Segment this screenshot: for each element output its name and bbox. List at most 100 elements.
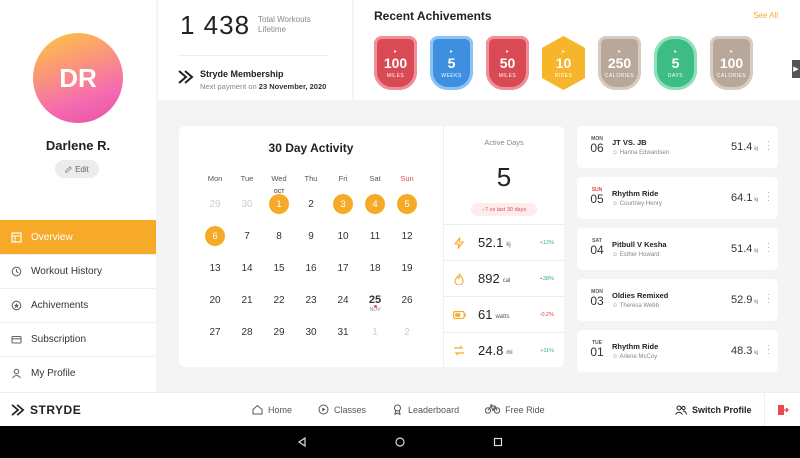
day-number: 26 <box>401 294 413 306</box>
calendar-day[interactable]: 17 <box>327 252 359 284</box>
workout-date: MON 03 <box>587 289 607 307</box>
calendar-day-active[interactable]: OCT 1 <box>263 188 295 220</box>
bottom-nav-free-ride[interactable]: Free Ride <box>484 404 545 416</box>
home-system-icon[interactable] <box>395 437 405 447</box>
more-icon[interactable]: · · · <box>767 342 772 358</box>
day-number: 18 <box>369 262 381 274</box>
calendar-day[interactable]: 30 <box>295 316 327 348</box>
calendar-day[interactable]: 28 <box>231 316 263 348</box>
workout-card[interactable]: MON 06 JT VS. JB ☺ Hanna Edwardsen 51.4 kj · · · <box>577 126 778 168</box>
calendar-day-active[interactable]: 5 <box>391 188 423 220</box>
bottom-nav-leaderboard[interactable]: Leaderboard <box>392 404 459 417</box>
switch-profile-button[interactable]: Switch Profile <box>675 393 752 427</box>
sidebar-item-workout-history[interactable]: Workout History <box>0 254 156 288</box>
achievement-badge[interactable]: ▸ 100 MILES <box>374 36 417 90</box>
calendar-day[interactable]: 26 <box>391 284 423 316</box>
calendar-day-active[interactable]: 6 <box>199 220 231 252</box>
calendar-day[interactable]: 16 <box>295 252 327 284</box>
workout-kj-value: 51.4 <box>730 141 753 153</box>
badge-unit: DAYS <box>667 72 684 79</box>
workout-card[interactable]: SUN 05 Rhythm Ride ☺ Courtney Henry 64.1 kj · ·… <box>577 177 778 219</box>
workout-card[interactable]: MON 03 Oldies Remixed ☺ Theresa Webb 52.9 kj ·… <box>577 279 778 321</box>
bike-icon <box>484 404 501 416</box>
calendar-day[interactable]: 9 <box>295 220 327 252</box>
logout-button[interactable] <box>764 393 800 427</box>
bottom-nav-classes[interactable]: Classes <box>318 404 366 417</box>
distance-icon <box>452 345 466 356</box>
month-tag: OCT <box>273 189 285 195</box>
calendar-day[interactable]: 23 <box>295 284 327 316</box>
sidebar-item-subscription[interactable]: Subscription <box>0 322 156 356</box>
calendar-day-active[interactable]: 3 <box>327 188 359 220</box>
user-icon <box>11 368 22 379</box>
calendar-day[interactable]: 29 <box>263 316 295 348</box>
more-icon[interactable]: · · · <box>767 189 772 205</box>
edit-profile-button[interactable]: Edit <box>55 160 99 178</box>
battery-icon <box>452 310 466 319</box>
day-number: 12 <box>401 230 413 242</box>
workout-card[interactable]: TUE 01 Rhythm Ride ☺ Arlene McCoy 48.3 kj · · · <box>577 330 778 372</box>
calendar-day[interactable]: 29 <box>199 188 231 220</box>
more-icon[interactable]: · · · <box>767 291 772 307</box>
calendar-day[interactable]: 30 <box>231 188 263 220</box>
bottom-nav-label: Leaderboard <box>408 405 460 415</box>
workout-unit: kj <box>754 350 758 356</box>
calendar-today[interactable]: 25 NOV <box>359 284 391 316</box>
calendar-day[interactable]: 19 <box>391 252 423 284</box>
badge-value: 250 <box>607 54 632 71</box>
day-number: 13 <box>209 262 221 274</box>
calendar-day[interactable]: 15 <box>263 252 295 284</box>
avatar-initials: DR <box>59 62 97 93</box>
bottom-bar: STRYDE Home Classes Leaderboard Free Ride S… <box>0 392 800 427</box>
workout-name: JT VS. JB <box>612 138 647 147</box>
see-all-link[interactable]: See All <box>753 11 778 20</box>
brand[interactable]: STRYDE <box>11 403 81 417</box>
calendar-day-active[interactable]: 4 <box>359 188 391 220</box>
calendar-day[interactable]: 8 <box>263 220 295 252</box>
sidebar-item-achivements[interactable]: Achivements <box>0 288 156 322</box>
scroll-right-icon[interactable]: ▶ <box>792 60 800 78</box>
achievement-badge[interactable]: ▸ 100 CALORIES <box>710 36 753 90</box>
avatar[interactable]: DR <box>33 33 123 123</box>
calendar-day[interactable]: 14 <box>231 252 263 284</box>
calendar-day[interactable]: 27 <box>199 316 231 348</box>
achievement-badge[interactable]: ▸ 5 WEEKS <box>430 36 473 90</box>
calendar-day[interactable]: 1 <box>359 316 391 348</box>
bottom-nav-home[interactable]: Home <box>252 404 292 417</box>
sidebar-nav: Overview Workout History Achivements Subscr… <box>0 220 156 390</box>
calendar-day[interactable]: 7 <box>231 220 263 252</box>
workout-card[interactable]: SAT 04 Pitbull V Kesha ☺ Esther Howard 51.4 k… <box>577 228 778 270</box>
flame-icon <box>452 272 466 285</box>
calendar-day[interactable]: 20 <box>199 284 231 316</box>
calendar-day[interactable]: 31 <box>327 316 359 348</box>
day-number: 28 <box>241 326 253 338</box>
bike-icon: ▸ <box>729 48 733 55</box>
achievement-badge[interactable]: ▸ 5 DAYS <box>654 36 697 90</box>
achievement-badge[interactable]: ▸ 10 RIDES <box>542 36 585 90</box>
recents-icon[interactable] <box>493 437 503 447</box>
metric-unit: kj <box>506 241 511 248</box>
calendar-day[interactable]: 2 <box>295 188 327 220</box>
achievement-badge[interactable]: ▸ 50 MILES <box>486 36 529 90</box>
calendar-day[interactable]: 12 <box>391 220 423 252</box>
sidebar-item-overview[interactable]: Overview <box>0 220 156 254</box>
calendar-day[interactable]: 22 <box>263 284 295 316</box>
calendar-day[interactable]: 10 <box>327 220 359 252</box>
weekday-label: Wed <box>271 174 287 183</box>
more-icon[interactable]: · · · <box>767 138 772 154</box>
sidebar-item-my-profile[interactable]: My Profile <box>0 356 156 390</box>
total-workouts-label: Total Workouts Lifetime <box>258 15 338 35</box>
calendar-day[interactable]: 24 <box>327 284 359 316</box>
calendar-day[interactable]: 21 <box>231 284 263 316</box>
calendar-day[interactable]: 18 <box>359 252 391 284</box>
calendar-week: 27 28 29 30 31 1 2 <box>199 316 439 348</box>
calendar-day[interactable]: 11 <box>359 220 391 252</box>
back-icon[interactable] <box>297 437 307 447</box>
achievement-badge[interactable]: ▸ 250 CALORIES <box>598 36 641 90</box>
bottom-nav-label: Classes <box>334 405 367 415</box>
calendar-day[interactable]: 13 <box>199 252 231 284</box>
workout-kj-value: 64.1 <box>730 192 753 204</box>
calendar-day[interactable]: 2 <box>391 316 423 348</box>
more-icon[interactable]: · · · <box>767 240 772 256</box>
next-payment-date: 23 November, 2020 <box>258 82 327 91</box>
